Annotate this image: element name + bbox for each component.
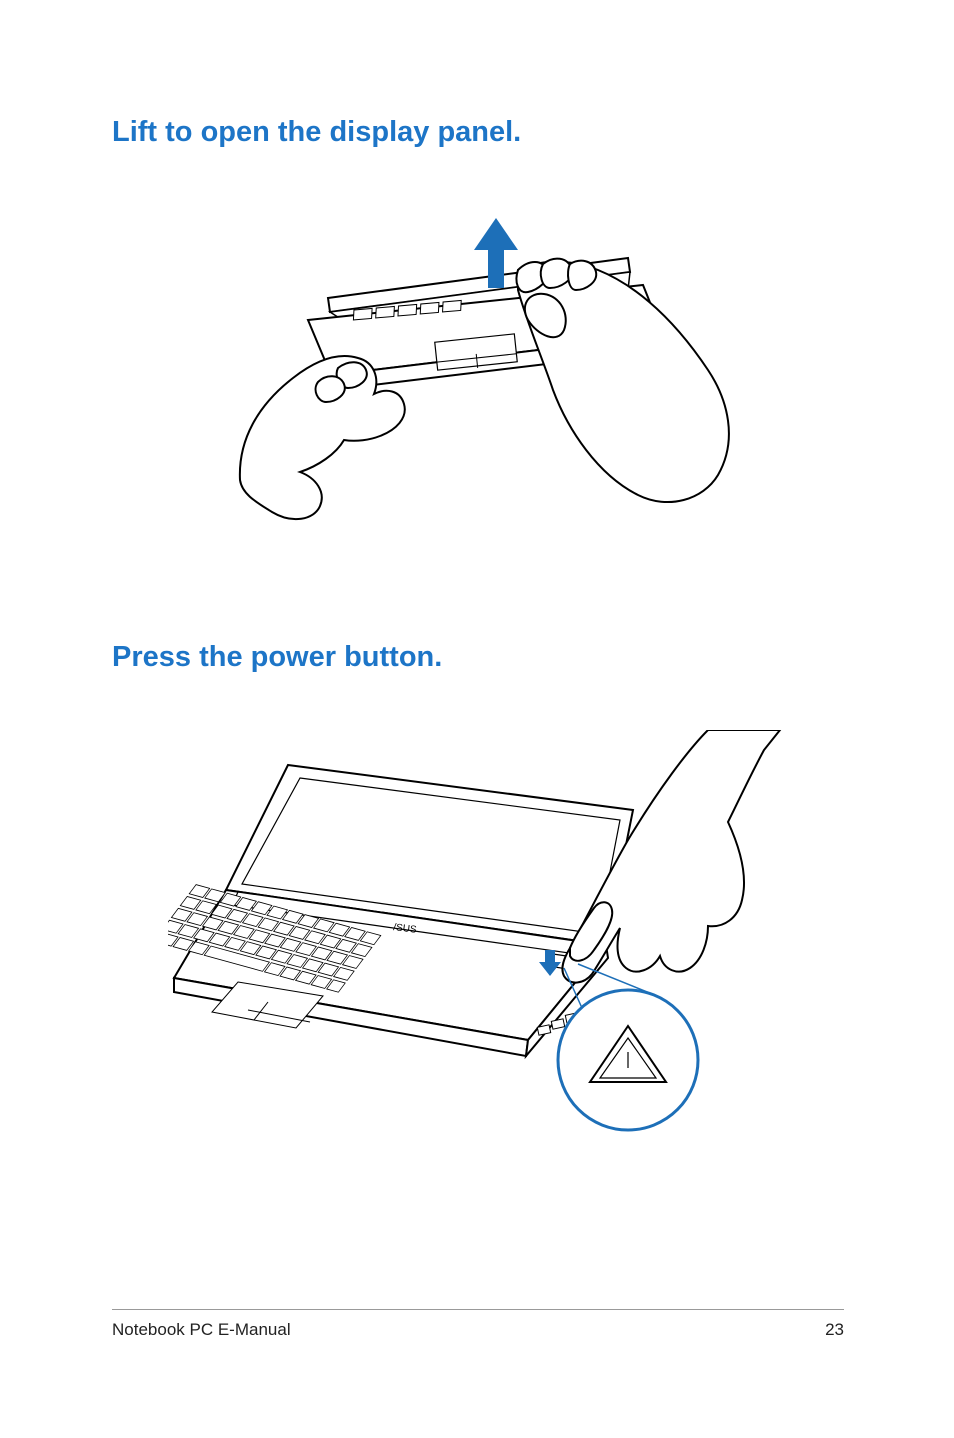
open-lid-svg: [198, 210, 758, 530]
power-button-inset: [558, 990, 698, 1130]
illustration-press-power: /SUS: [112, 730, 844, 1140]
page-footer: Notebook PC E-Manual 23: [112, 1309, 844, 1340]
page-number: 23: [825, 1320, 844, 1340]
illustration-open-lid: [112, 210, 844, 530]
heading-press-power: Press the power button.: [112, 640, 844, 675]
heading-lift-display: Lift to open the display panel.: [112, 115, 844, 150]
press-power-svg: /SUS: [168, 730, 788, 1140]
footer-title: Notebook PC E-Manual: [112, 1320, 291, 1340]
